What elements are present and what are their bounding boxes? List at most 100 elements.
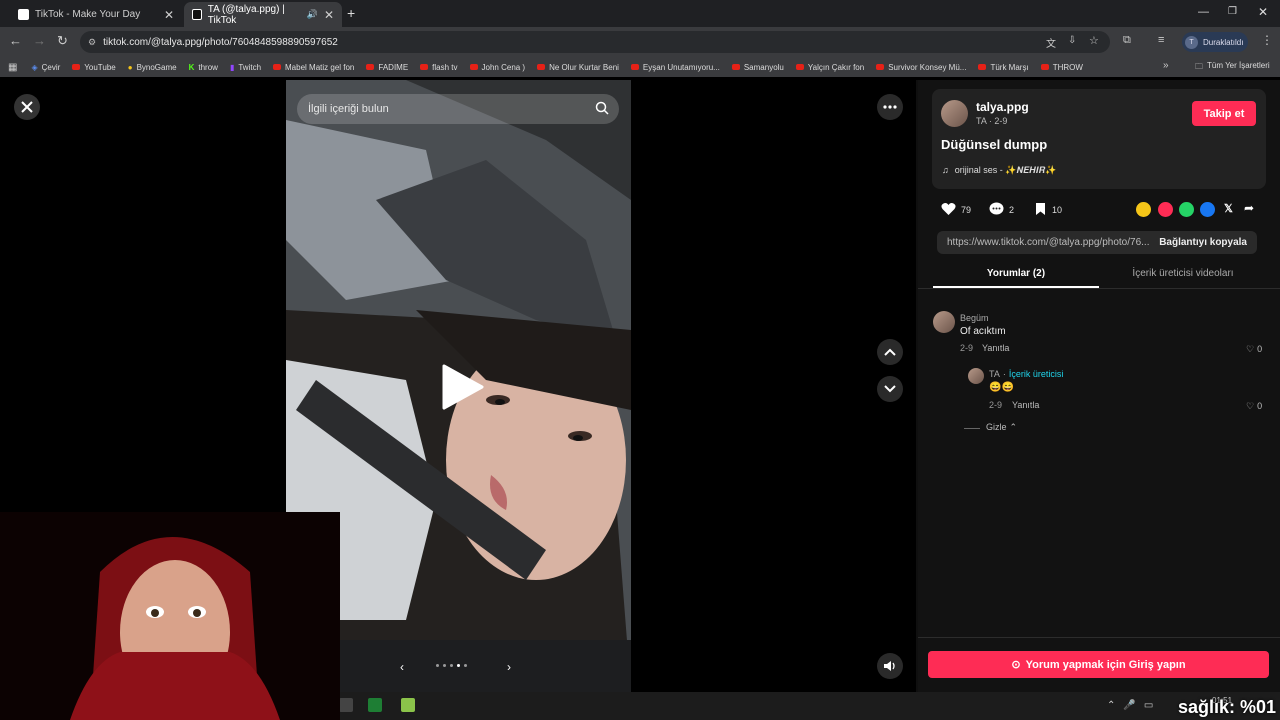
x-share-icon[interactable]: 𝕏 <box>1224 202 1233 215</box>
bookmark-item[interactable]: YouTube <box>72 63 116 72</box>
share-link-field[interactable]: https://www.tiktok.com/@talya.ppg/photo/… <box>937 231 1257 254</box>
volume-icon[interactable] <box>877 653 903 679</box>
commenter-avatar[interactable] <box>933 311 955 333</box>
bookmark-item[interactable]: Ne Olur Kurtar Beni <box>537 63 619 72</box>
share-link-text[interactable]: https://www.tiktok.com/@talya.ppg/photo/… <box>947 237 1149 248</box>
search-input[interactable]: İlgili içeriği bulun <box>297 94 619 124</box>
network-icon: ▭ <box>1143 700 1154 711</box>
reload-icon[interactable]: ↻ <box>57 33 68 49</box>
carousel-dot[interactable] <box>457 664 460 667</box>
install-app-icon[interactable]: ⇩ <box>1068 35 1076 46</box>
back-icon[interactable]: ← <box>9 33 22 48</box>
panel-tabs: Yorumlar (2) İçerik üreticisi videoları <box>933 264 1267 288</box>
bookmark-item[interactable]: FADIME <box>366 63 408 72</box>
creator-badge: İçerik üreticisi <box>1008 369 1064 379</box>
share-arrow-icon[interactable]: ➦ <box>1244 201 1254 215</box>
tab-tiktok-home[interactable]: TikTok - Make Your Day ✕ <box>10 2 182 27</box>
bookmark-item[interactable]: Survivor Konsey Mü... <box>876 63 966 72</box>
carousel-dot[interactable] <box>464 664 467 667</box>
system-tray[interactable]: ⌃ 🎤 ▭ <box>1107 700 1153 711</box>
url-text[interactable]: tiktok.com/@talya.ppg/photo/760484859889… <box>103 37 338 48</box>
close-viewer-icon[interactable] <box>14 94 40 120</box>
audio-playing-icon[interactable]: 🔊 <box>307 9 318 20</box>
carousel-next-icon[interactable]: › <box>507 660 511 674</box>
bookmark-item[interactable]: ◈ Çevir <box>31 63 60 72</box>
author-username[interactable]: talya.ppg <box>976 100 1029 114</box>
bookmark-item[interactable]: Kthrow <box>189 63 218 72</box>
sound-link[interactable]: ♫ orijinal ses - ✨𝑵𝑬𝑯𝑰𝑹✨ <box>942 165 1056 176</box>
copy-link-button[interactable]: Bağlantıyı kopyala <box>1159 237 1247 248</box>
send-to-friends-icon[interactable] <box>1158 202 1173 217</box>
forward-icon[interactable]: → <box>33 33 46 48</box>
reading-list-icon[interactable]: ≡ <box>1158 34 1164 46</box>
heart-outline-icon[interactable]: ♡ <box>1246 401 1254 412</box>
author-avatar[interactable] <box>941 100 968 127</box>
search-icon[interactable] <box>595 101 609 118</box>
like-stat[interactable]: 79 <box>941 202 971 218</box>
comment-icon[interactable] <box>989 202 1004 218</box>
bookmark-item[interactable]: THROW <box>1040 63 1083 72</box>
bookmark-item[interactable]: ▮ Twitch <box>230 63 261 72</box>
hide-replies-button[interactable]: Gizle ⌃ <box>986 422 1017 433</box>
bookmarks-overflow-icon[interactable]: » <box>1163 60 1169 71</box>
site-info-icon[interactable]: ⚙ <box>88 37 96 48</box>
bookmark-item[interactable]: Mabel Matiz gel fon <box>273 63 354 72</box>
bookmark-star-icon[interactable]: ☆ <box>1089 34 1099 47</box>
tab-creator-videos[interactable]: İçerik üreticisi videoları <box>1099 264 1267 288</box>
tab-talya-profile[interactable]: TA (@talya.ppg) | TikTok 🔊 ✕ <box>184 2 342 27</box>
heart-icon[interactable] <box>941 202 956 218</box>
translate-icon[interactable]: 文 <box>1046 35 1056 50</box>
reply-like[interactable]: ♡ 0 <box>1246 401 1262 412</box>
sound-title[interactable]: orijinal ses - ✨𝑵𝑬𝑯𝑰𝑹✨ <box>955 165 1057 176</box>
profile-status: Duraklatıldı <box>1203 37 1244 47</box>
taskbar-app-icon[interactable] <box>339 698 353 712</box>
taskbar-app-icon[interactable] <box>368 698 382 712</box>
window-close-icon[interactable]: ✕ <box>1258 5 1268 19</box>
bookmark-icon[interactable] <box>1034 202 1047 218</box>
bookmark-item[interactable]: Türk Marşı <box>978 63 1029 72</box>
bookmark-item[interactable]: flash tv <box>420 63 458 72</box>
tab-comments[interactable]: Yorumlar (2) <box>933 264 1099 288</box>
taskbar-app-icon[interactable] <box>401 698 415 712</box>
carousel-dot[interactable] <box>436 664 439 667</box>
restore-icon[interactable]: ❐ <box>1228 6 1237 17</box>
next-post-icon[interactable] <box>877 376 903 402</box>
carousel-dot[interactable] <box>450 664 453 667</box>
new-tab-button[interactable]: + <box>347 5 355 21</box>
bookmark-item[interactable]: Eyşan Unutamıyoru... <box>630 63 720 72</box>
follow-button[interactable]: Takip et <box>1192 101 1256 126</box>
reply-author[interactable]: TA <box>989 369 1000 379</box>
all-bookmarks-folder[interactable]: 🗀 Tüm Yer İşaretleri <box>1195 61 1270 75</box>
apps-grid-icon[interactable]: ▦ <box>8 62 17 73</box>
comment-stat[interactable]: 2 <box>989 202 1014 218</box>
save-count: 10 <box>1052 205 1063 215</box>
bookmark-item[interactable]: John Cena ) <box>469 63 525 72</box>
bookmark-item[interactable]: Samanyolu <box>731 63 784 72</box>
minimize-icon[interactable]: — <box>1198 6 1209 18</box>
facebook-icon[interactable] <box>1200 202 1215 217</box>
browser-menu-icon[interactable]: ⋮ <box>1261 33 1273 47</box>
reply-button[interactable]: Yanıtla <box>1012 400 1039 410</box>
tab-close-icon[interactable]: ✕ <box>324 8 334 22</box>
tab-close-icon[interactable]: ✕ <box>164 8 174 22</box>
save-stat[interactable]: 10 <box>1034 202 1062 218</box>
comment-author[interactable]: Begüm <box>960 313 989 323</box>
profile-button[interactable]: T Duraklatıldı <box>1182 32 1248 52</box>
heart-outline-icon[interactable]: ♡ <box>1246 344 1254 355</box>
creator-avatar[interactable] <box>968 368 984 384</box>
post-caption: Düğünsel dumpp <box>941 137 1048 152</box>
whatsapp-icon[interactable] <box>1179 202 1194 217</box>
extensions-icon[interactable]: ⧉ <box>1123 34 1131 47</box>
more-options-icon[interactable] <box>877 94 903 120</box>
bookmark-item[interactable]: Yalçın Çakır fon <box>795 63 864 72</box>
address-bar[interactable]: ⚙ tiktok.com/@talya.ppg/photo/7604848598… <box>80 31 1110 53</box>
login-to-comment-button[interactable]: ⊙ Yorum yapmak için Giriş yapın <box>928 651 1269 678</box>
comment-like[interactable]: ♡ 0 <box>1246 344 1262 355</box>
reply-button[interactable]: Yanıtla <box>982 343 1009 353</box>
previous-post-icon[interactable] <box>877 339 903 365</box>
carousel-prev-icon[interactable]: ‹ <box>400 660 404 674</box>
carousel-dot[interactable] <box>443 664 446 667</box>
play-icon[interactable] <box>440 364 484 415</box>
bookmark-item[interactable]: ● BynoGame <box>128 63 177 72</box>
repost-icon[interactable] <box>1136 202 1151 217</box>
